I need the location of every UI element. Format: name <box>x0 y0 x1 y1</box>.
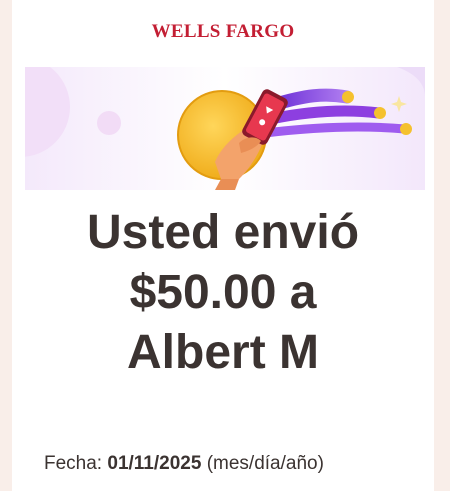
headline-line-2: $50.00 a <box>129 266 317 319</box>
date-value: 01/11/2025 <box>107 453 202 474</box>
phone-tap-coin-icon <box>25 67 425 190</box>
transaction-date: Fecha: 01/11/2025 (mes/día/año) <box>44 453 324 475</box>
email-card: WELLS FARGO Usted envió $50.00 a Albert … <box>12 0 434 491</box>
wells-fargo-logo: WELLS FARGO <box>151 21 295 42</box>
date-format: (mes/día/año) <box>206 453 324 474</box>
confirmation-headline: Usted envió $50.00 a Albert M <box>12 203 434 383</box>
date-label: Fecha: <box>44 453 103 474</box>
headline-line-1: Usted envió <box>86 206 360 259</box>
hero-banner <box>25 67 425 190</box>
headline-line-3: Albert M <box>127 326 319 379</box>
